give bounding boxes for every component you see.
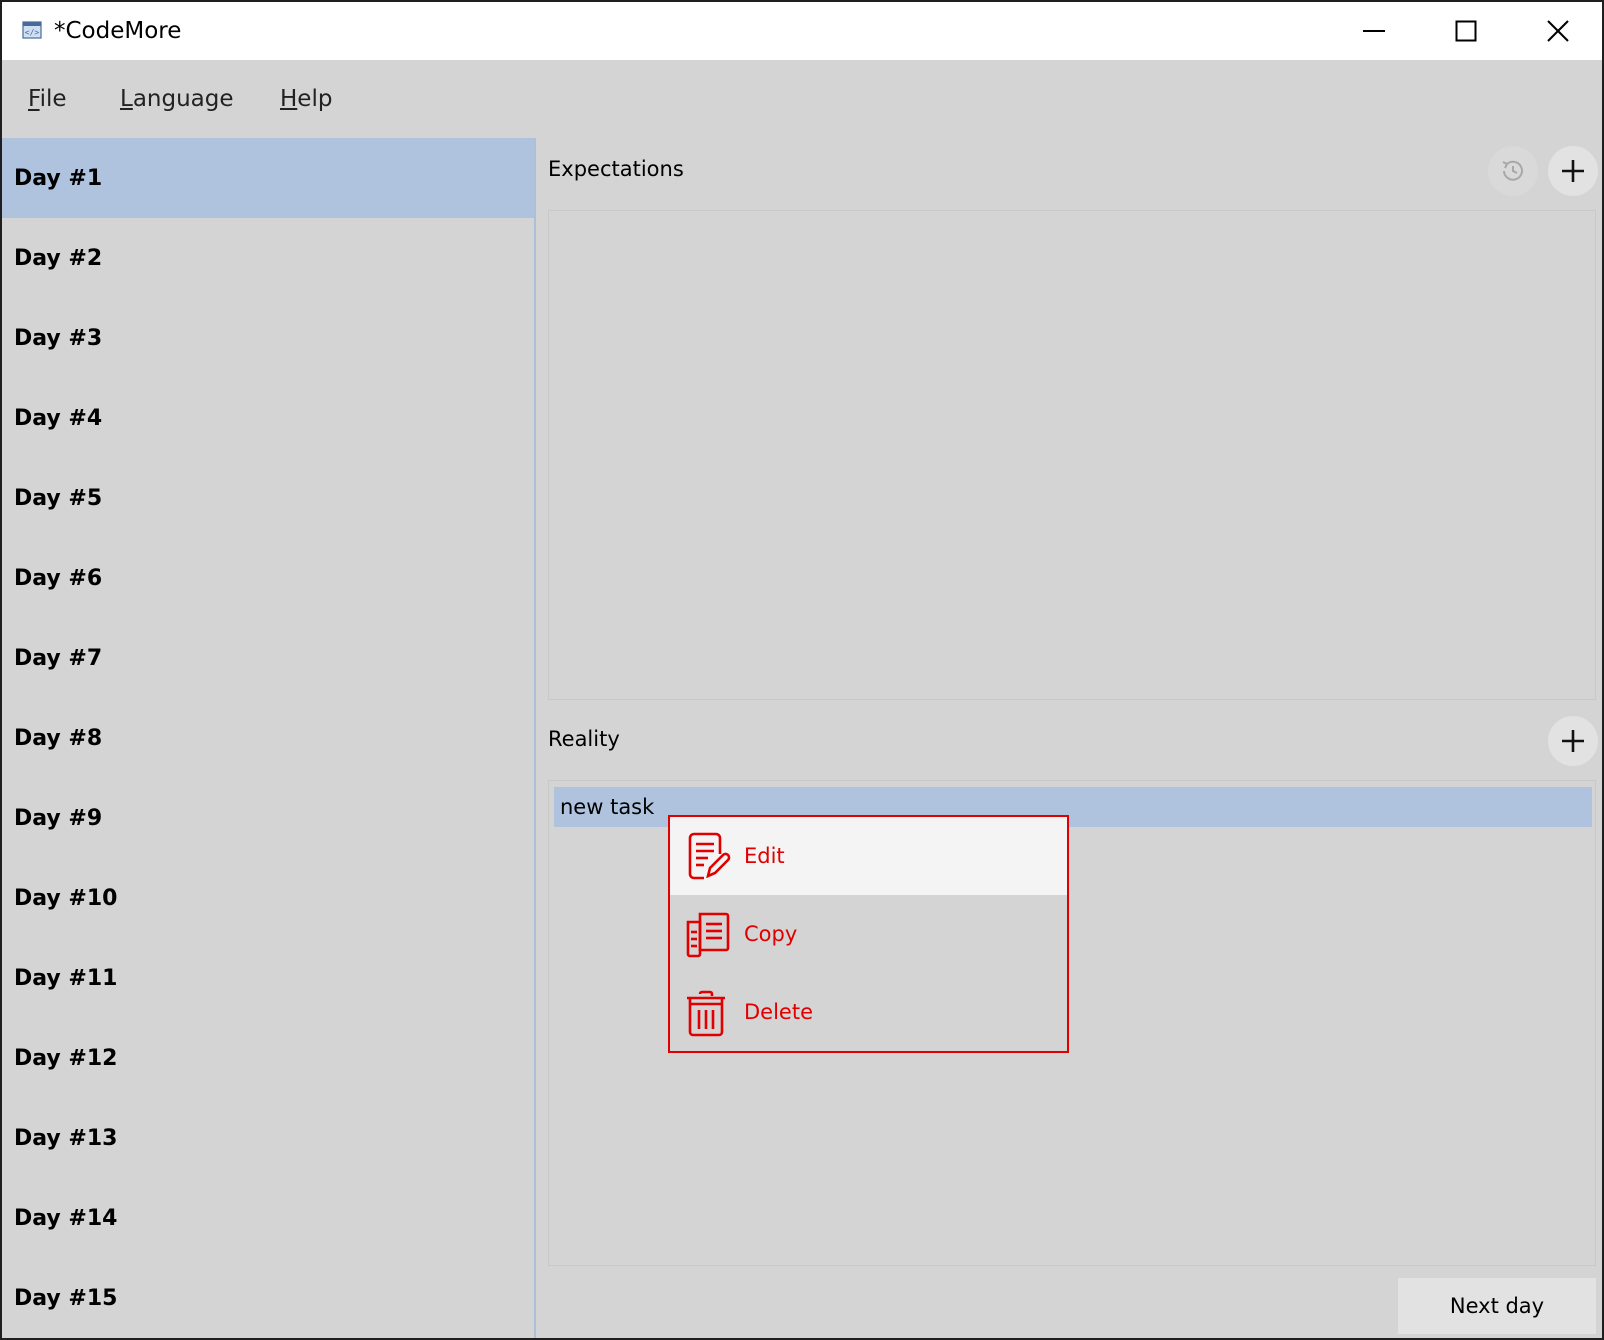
svg-text:</>: </> bbox=[25, 28, 40, 37]
context-menu-delete[interactable]: Delete bbox=[670, 973, 1067, 1051]
close-button[interactable] bbox=[1512, 2, 1602, 60]
window-title: *CodeMore bbox=[54, 18, 182, 44]
reality-title: Reality bbox=[548, 727, 620, 751]
next-day-label: Next day bbox=[1449, 1294, 1545, 1318]
day-list-item[interactable]: Day #11 bbox=[2, 938, 534, 1018]
day-list-item[interactable]: Day #14 bbox=[2, 1178, 534, 1258]
menu-file[interactable]: File bbox=[28, 86, 67, 112]
day-list-item[interactable]: Day #8 bbox=[2, 698, 534, 778]
add-reality-button[interactable] bbox=[1548, 716, 1598, 766]
menu-help-label: Help bbox=[280, 86, 333, 112]
plus-icon bbox=[1562, 160, 1584, 182]
edit-document-icon bbox=[688, 832, 731, 880]
minimize-button[interactable] bbox=[1328, 2, 1420, 60]
context-menu-delete-label: Delete bbox=[744, 1000, 813, 1024]
menu-bar: File Language Help bbox=[2, 60, 1602, 138]
app-window: </> *CodeMore File Language Help Day #1 … bbox=[0, 0, 1604, 1340]
day-list-item[interactable]: Day #4 bbox=[2, 378, 534, 458]
plus-icon bbox=[1562, 730, 1584, 752]
day-list-item[interactable]: Day #9 bbox=[2, 778, 534, 858]
next-day-button[interactable]: Next day bbox=[1398, 1278, 1596, 1334]
trash-icon bbox=[687, 990, 725, 1037]
menu-file-label: File bbox=[28, 86, 67, 112]
minimize-icon bbox=[1363, 30, 1385, 32]
day-list-item[interactable]: Day #2 bbox=[2, 218, 534, 298]
day-list-item[interactable]: Day #6 bbox=[2, 538, 534, 618]
day-list-item[interactable]: Day #10 bbox=[2, 858, 534, 938]
day-list[interactable]: Day #1 Day #2 Day #3 Day #4 Day #5 Day #… bbox=[2, 138, 536, 1338]
menu-help[interactable]: Help bbox=[280, 86, 332, 112]
day-list-item[interactable]: Day #3 bbox=[2, 298, 534, 378]
day-list-item[interactable]: Day #7 bbox=[2, 618, 534, 698]
add-expectation-button[interactable] bbox=[1548, 146, 1598, 196]
day-list-item[interactable]: Day #12 bbox=[2, 1018, 534, 1098]
expectations-list[interactable] bbox=[548, 210, 1596, 700]
context-menu-edit-label: Edit bbox=[744, 844, 785, 868]
close-icon bbox=[1547, 20, 1569, 42]
maximize-icon bbox=[1455, 20, 1477, 42]
day-list-item[interactable]: Day #13 bbox=[2, 1098, 534, 1178]
maximize-button[interactable] bbox=[1420, 2, 1512, 60]
context-menu: Edit Copy Delete bbox=[668, 815, 1069, 1053]
menu-language[interactable]: Language bbox=[120, 86, 234, 112]
context-menu-edit[interactable]: Edit bbox=[670, 817, 1067, 895]
menu-language-label: Language bbox=[120, 86, 234, 112]
task-label: new task bbox=[560, 795, 655, 819]
context-menu-copy-label: Copy bbox=[744, 922, 798, 946]
history-button[interactable] bbox=[1488, 146, 1538, 196]
app-icon: </> bbox=[22, 21, 42, 39]
context-menu-copy[interactable]: Copy bbox=[670, 895, 1067, 973]
day-list-item[interactable]: Day #15 bbox=[2, 1258, 534, 1338]
day-list-item[interactable]: Day #1 bbox=[2, 138, 534, 218]
day-list-item[interactable]: Day #5 bbox=[2, 458, 534, 538]
history-icon bbox=[1502, 160, 1523, 181]
expectations-title: Expectations bbox=[548, 157, 684, 181]
title-bar: </> *CodeMore bbox=[2, 2, 1602, 60]
copy-documents-icon bbox=[686, 912, 730, 958]
